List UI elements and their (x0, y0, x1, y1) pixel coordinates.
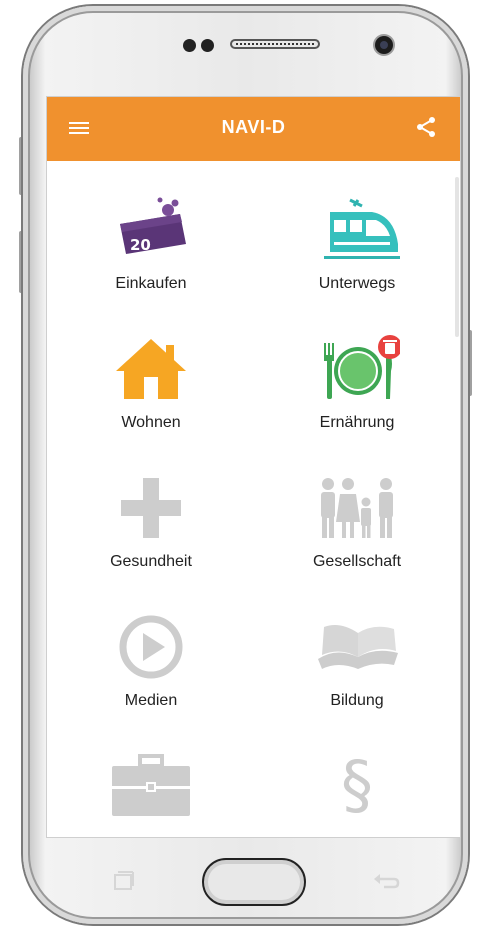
tile-unterwegs[interactable]: Unterwegs (267, 196, 447, 321)
tile-gesellschaft[interactable]: Gesellschaft (267, 474, 447, 599)
app-title: NAVI-D (221, 117, 286, 137)
tile-gesundheit[interactable]: Gesundheit (61, 474, 241, 599)
tile-label: Unterwegs (318, 275, 396, 292)
family-icon (321, 478, 393, 538)
tile-label: Wohnen (121, 414, 181, 431)
tile-wohnen[interactable]: Wohnen (61, 335, 241, 460)
open-book-icon (318, 625, 398, 669)
back-icon[interactable] (372, 869, 402, 893)
tile-label: Bildung (330, 692, 384, 709)
tile-label: Ernährung (319, 414, 395, 431)
scrollbar[interactable] (455, 177, 459, 337)
house-icon (116, 339, 186, 399)
sensor-dot (183, 39, 196, 52)
tile-medien[interactable]: Medien (61, 613, 241, 738)
tile-label: Einkaufen (115, 275, 187, 292)
app-bar: NAVI-D (47, 97, 460, 161)
tile-label: Gesundheit (110, 553, 192, 570)
recents-icon[interactable] (112, 869, 136, 893)
tile-ernaehrung[interactable]: Ernährung (267, 335, 447, 460)
earpiece-speaker (230, 39, 320, 49)
tile-einkaufen[interactable]: 20 Einkaufen (61, 196, 241, 321)
paragraph-law-icon: § (341, 749, 373, 823)
plate-cutlery-icon (324, 335, 400, 399)
briefcase-icon (112, 754, 190, 816)
price-tag-number: 20 (130, 236, 151, 254)
app-screen: NAVI-D 20 Einkaufen Unterwegs Wohnen Ern… (46, 96, 461, 838)
train-icon (324, 198, 400, 259)
shopping-price-tag-icon: 20 (120, 197, 186, 254)
sensor-dot (201, 39, 214, 52)
medical-cross-icon (121, 478, 181, 538)
front-camera (375, 36, 393, 54)
tile-recht[interactable]: § (267, 749, 447, 837)
trash-badge-icon (385, 343, 395, 354)
home-button[interactable] (202, 858, 306, 906)
tile-arbeit[interactable] (61, 752, 241, 837)
tile-bildung[interactable]: Bildung (267, 613, 447, 738)
play-circle-icon (119, 615, 183, 679)
share-icon[interactable] (414, 115, 438, 139)
tile-label: Gesellschaft (312, 553, 402, 570)
tile-label: Medien (124, 692, 178, 709)
